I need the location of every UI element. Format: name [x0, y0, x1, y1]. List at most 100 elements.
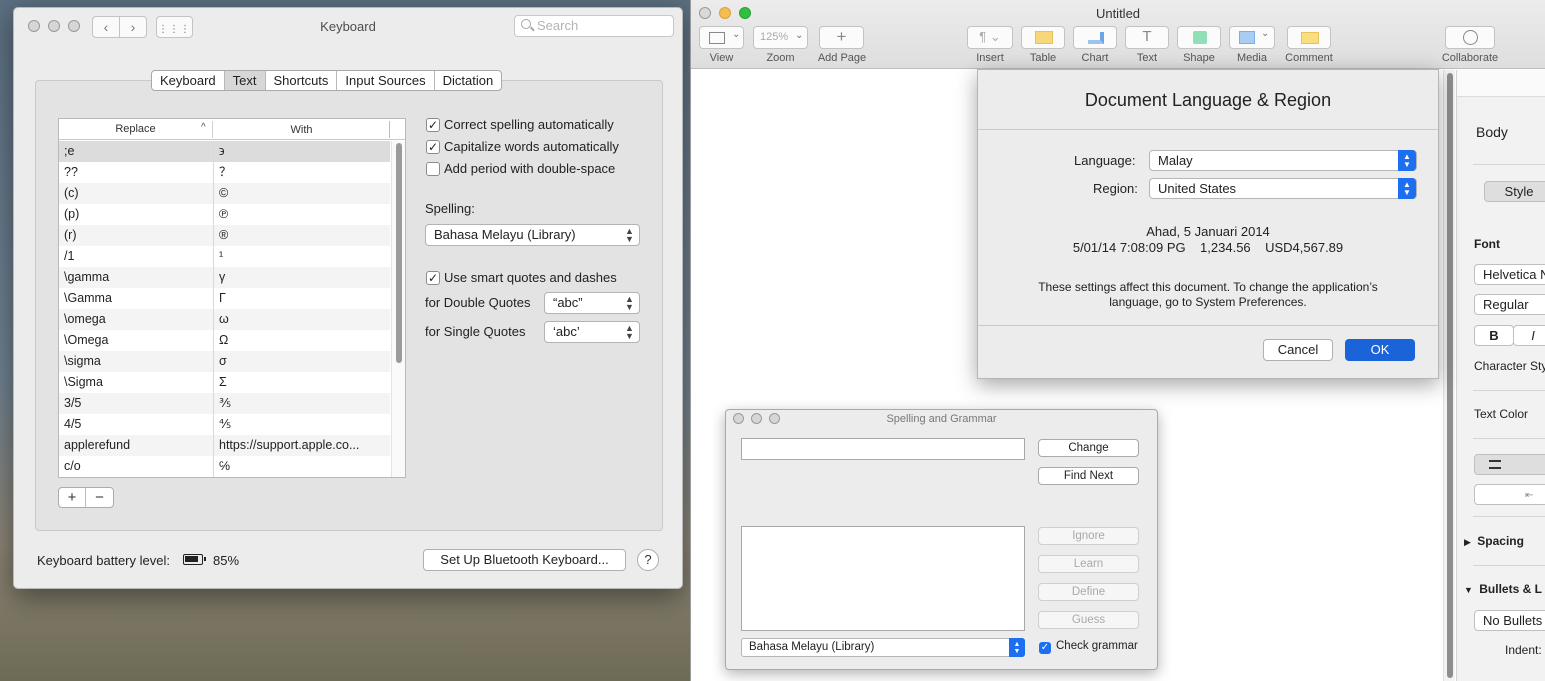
- help-button[interactable]: ?: [637, 549, 659, 571]
- zoom-value: 125%: [760, 31, 789, 43]
- guesses-list[interactable]: [741, 526, 1025, 631]
- table-row[interactable]: c/o ℅: [59, 456, 390, 477]
- insert-button[interactable]: ¶ ⌄: [967, 26, 1013, 49]
- capitalize-words-checkbox[interactable]: ✓: [426, 140, 440, 154]
- battery-icon: [183, 554, 206, 565]
- with-cell: Γ: [213, 288, 389, 309]
- table-scrollbar[interactable]: [396, 143, 402, 363]
- view-button[interactable]: ⌄: [699, 26, 744, 49]
- character-style-label[interactable]: Character Sty: [1474, 359, 1545, 373]
- tab-keyboard[interactable]: Keyboard: [152, 71, 225, 90]
- bold-button[interactable]: B: [1474, 325, 1514, 346]
- add-period-checkbox[interactable]: [426, 162, 440, 176]
- battery-level-value: 85%: [213, 553, 240, 568]
- shape-button[interactable]: [1177, 26, 1221, 49]
- region-value: United States: [1158, 181, 1237, 196]
- table-row[interactable]: /1 ¹: [59, 246, 390, 267]
- with-cell: ϶: [213, 141, 389, 162]
- window-title: Spelling and Grammar: [886, 413, 997, 425]
- with-cell: ℅: [213, 456, 389, 477]
- search-input[interactable]: Search: [514, 15, 674, 37]
- tab-input-sources[interactable]: Input Sources: [337, 71, 435, 90]
- tab-text[interactable]: Text: [224, 71, 266, 90]
- column-header-replace[interactable]: Replace: [59, 123, 212, 135]
- misspelled-word-field[interactable]: [741, 438, 1025, 460]
- text-replacement-table[interactable]: Replace ^ With ;e ϶??？ (c) © (p) ℗ (r) ®/1 ¹ \gam…: [58, 118, 406, 478]
- font-family-popup[interactable]: Helvetica N: [1474, 264, 1545, 285]
- divider: [978, 325, 1438, 326]
- media-button[interactable]: ⌄: [1229, 26, 1275, 49]
- find-next-button[interactable]: Find Next: [1038, 467, 1139, 485]
- guess-button[interactable]: Guess: [1038, 611, 1139, 629]
- comment-button[interactable]: [1287, 26, 1331, 49]
- italic-button[interactable]: I: [1513, 325, 1545, 346]
- chevron-down-icon: ⌄: [732, 29, 741, 40]
- table-row[interactable]: \Sigma Σ: [59, 372, 390, 393]
- add-page-label: Add Page: [817, 52, 867, 64]
- add-page-button[interactable]: +: [819, 26, 864, 49]
- column-header-with[interactable]: With: [212, 121, 390, 138]
- search-icon: [521, 19, 531, 29]
- tab-style[interactable]: Style: [1484, 181, 1545, 202]
- setup-bluetooth-keyboard-button[interactable]: Set Up Bluetooth Keyboard...: [423, 549, 626, 571]
- text-color-label[interactable]: Text Color: [1474, 407, 1528, 421]
- correct-spelling-checkbox[interactable]: ✓: [426, 118, 440, 132]
- tab-dictation[interactable]: Dictation: [435, 71, 502, 90]
- toolbar: Untitled ⌄ View 125% ⌄ Zoom + Add Page ¶…: [691, 0, 1545, 69]
- font-weight-popup[interactable]: Regular: [1474, 294, 1545, 315]
- bullets-section[interactable]: ▼ Bullets & L: [1464, 582, 1542, 596]
- table-row[interactable]: 3/5 ⅗: [59, 393, 390, 414]
- indent-button[interactable]: ⇤: [1474, 484, 1545, 505]
- updown-chevron-icon: ▲ ▼: [1398, 178, 1416, 199]
- battery-fill: [185, 556, 198, 562]
- ignore-button[interactable]: Ignore: [1038, 527, 1139, 545]
- bullets-popup[interactable]: No Bullets: [1474, 610, 1545, 631]
- replace-cell: \sigma: [64, 354, 101, 368]
- double-quotes-value: “abc”: [553, 295, 583, 310]
- table-row[interactable]: \gamma γ: [59, 267, 390, 288]
- learn-button[interactable]: Learn: [1038, 555, 1139, 573]
- document-scrollbar[interactable]: [1443, 70, 1455, 681]
- spelling-language-popup[interactable]: Bahasa Melayu (Library) ▲ ▼: [741, 638, 1025, 657]
- table-row[interactable]: 4/5 ⅘: [59, 414, 390, 435]
- smart-quotes-checkbox[interactable]: ✓: [426, 271, 440, 285]
- chart-button[interactable]: [1073, 26, 1117, 49]
- region-popup[interactable]: United States ▲ ▼: [1149, 178, 1417, 199]
- collaborate-button[interactable]: [1445, 26, 1495, 49]
- paragraph-style-name[interactable]: Body: [1476, 124, 1508, 140]
- updown-chevron-icon: ▲ ▼: [1009, 638, 1025, 657]
- add-button[interactable]: +: [59, 488, 86, 507]
- table-button[interactable]: [1021, 26, 1065, 49]
- table-row[interactable]: \Omega Ω: [59, 330, 390, 351]
- scrollbar-thumb[interactable]: [1447, 73, 1453, 678]
- replace-cell: \Sigma: [64, 375, 103, 389]
- spelling-language-popup[interactable]: Bahasa Melayu (Library) ▲ ▼: [425, 224, 640, 246]
- table-row[interactable]: applerefund https://support.apple.co...: [59, 435, 390, 456]
- zoom-popup[interactable]: 125% ⌄: [753, 26, 808, 49]
- spacing-section[interactable]: ▶ Spacing: [1464, 534, 1524, 548]
- table-row[interactable]: \sigma σ: [59, 351, 390, 372]
- change-button[interactable]: Change: [1038, 439, 1139, 457]
- table-row[interactable]: ;e ϶: [59, 141, 390, 162]
- language-popup[interactable]: Malay ▲ ▼: [1149, 150, 1417, 171]
- table-row[interactable]: \omega ω: [59, 309, 390, 330]
- settings-note: These settings affect this document. To …: [1038, 280, 1378, 309]
- table-row[interactable]: \Gamma Γ: [59, 288, 390, 309]
- cancel-button[interactable]: Cancel: [1263, 339, 1333, 361]
- tab-shortcuts[interactable]: Shortcuts: [266, 71, 338, 90]
- define-button[interactable]: Define: [1038, 583, 1139, 601]
- ok-button[interactable]: OK: [1345, 339, 1415, 361]
- table-row[interactable]: (r) ®: [59, 225, 390, 246]
- with-cell: ⅘: [213, 414, 389, 435]
- table-row[interactable]: ?? ？: [59, 162, 390, 183]
- alignment-left-button[interactable]: [1474, 454, 1545, 475]
- table-row[interactable]: (c) ©: [59, 183, 390, 204]
- language-value: Malay: [1158, 153, 1193, 168]
- check-grammar-checkbox[interactable]: ✓: [1039, 642, 1051, 654]
- remove-button[interactable]: −: [86, 488, 113, 507]
- double-quotes-popup[interactable]: “abc” ▲ ▼: [544, 292, 640, 314]
- table-row[interactable]: (p) ℗: [59, 204, 390, 225]
- text-button[interactable]: T: [1125, 26, 1169, 49]
- column-divider: [389, 121, 390, 138]
- single-quotes-popup[interactable]: ‘abc’ ▲ ▼: [544, 321, 640, 343]
